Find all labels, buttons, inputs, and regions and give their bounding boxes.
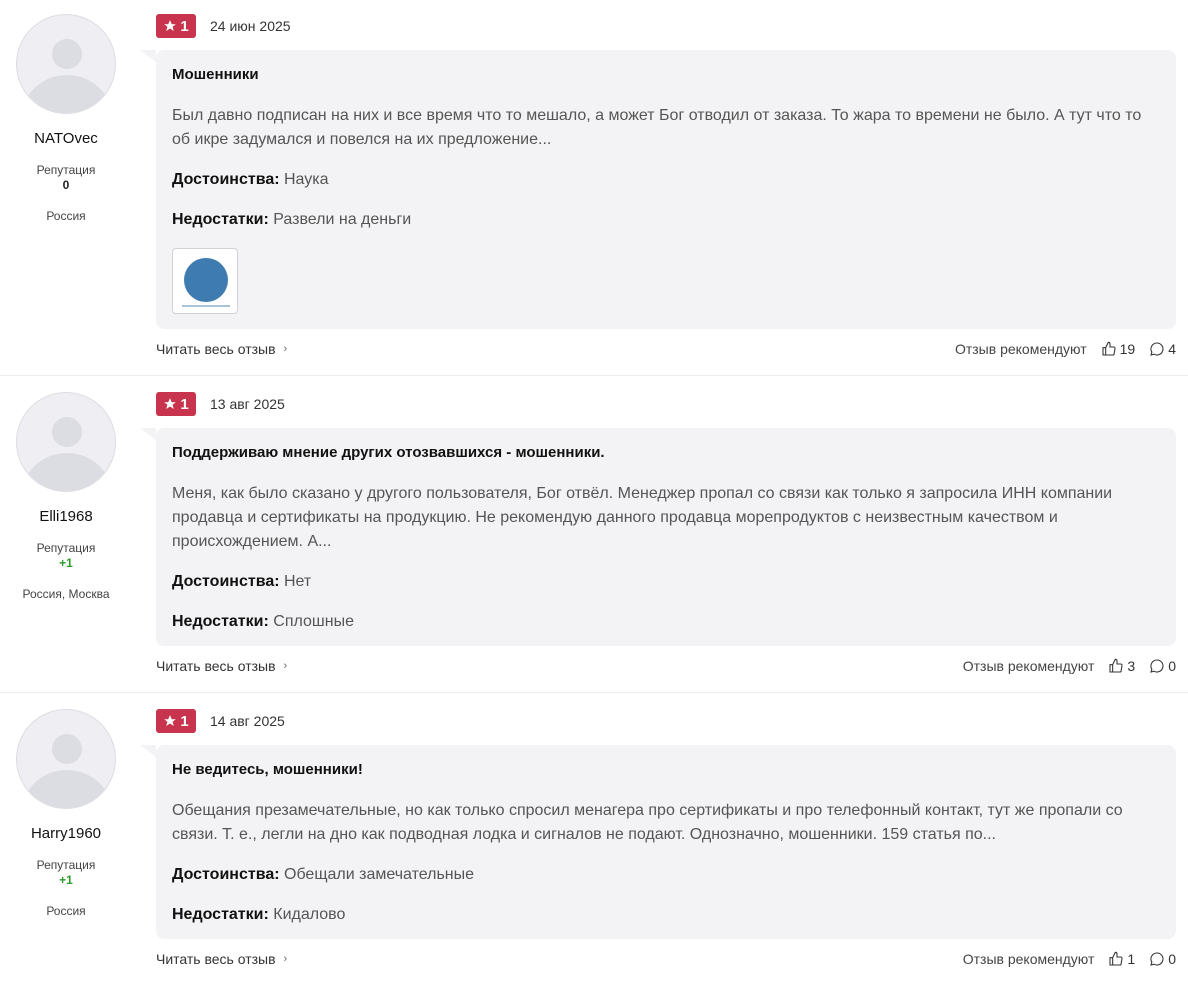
review-title[interactable]: Не ведитесь, мошенники! (172, 761, 1160, 779)
like-button[interactable]: 19 (1101, 341, 1136, 357)
rating-badge: 1 (156, 392, 196, 416)
read-full-review-link[interactable]: Читать весь отзыв › (156, 341, 287, 357)
read-more-label: Читать весь отзыв (156, 951, 276, 967)
like-button[interactable]: 1 (1108, 951, 1135, 967)
like-count: 3 (1127, 658, 1136, 674)
review-card: Поддерживаю мнение других отозвавшихся -… (140, 428, 1176, 646)
user-location: Россия (46, 209, 86, 223)
read-more-label: Читать весь отзыв (156, 658, 276, 674)
review-pros: Достоинства: Наука (172, 168, 1160, 192)
review-date: 13 авг 2025 (210, 396, 285, 412)
rating-value: 1 (180, 395, 189, 413)
star-icon (164, 398, 177, 409)
cons-label: Недостатки: (172, 906, 269, 923)
chevron-right-icon: › (283, 343, 288, 355)
rating-badge: 1 (156, 14, 196, 38)
read-more-label: Читать весь отзыв (156, 341, 276, 357)
star-icon (164, 20, 177, 31)
divider (0, 375, 1188, 376)
cons-value: Развели на деньги (273, 211, 412, 228)
comment-icon (1150, 952, 1164, 966)
thumbs-up-icon (1109, 658, 1123, 673)
chevron-right-icon: › (283, 953, 288, 965)
comment-count: 4 (1168, 341, 1176, 357)
divider (0, 692, 1188, 693)
cons-label: Недостатки: (172, 211, 269, 228)
pros-label: Достоинства: (172, 866, 280, 883)
reputation-value: +1 (59, 556, 73, 570)
reputation-value: +1 (59, 873, 73, 887)
pros-value: Наука (284, 171, 329, 188)
user-location: Россия (46, 904, 86, 918)
thumbs-up-icon (1102, 341, 1116, 356)
review-cons: Недостатки: Развели на деньги (172, 208, 1160, 232)
review-footer: Читать весь отзыв › Отзыв рекомендуют 3 0 (156, 658, 1176, 678)
review-cons: Недостатки: Кидалово (172, 903, 1160, 927)
review-footer: Читать весь отзыв › Отзыв рекомендуют 1 0 (156, 951, 1176, 971)
pros-label: Достоинства: (172, 171, 280, 188)
pros-value: Нет (284, 573, 312, 590)
review-title[interactable]: Мошенники (172, 66, 1160, 84)
rating-badge: 1 (156, 709, 196, 733)
cons-value: Сплошные (273, 613, 354, 630)
reputation-label: Репутация (36, 541, 96, 555)
comment-icon (1150, 659, 1164, 673)
chevron-right-icon: › (283, 660, 288, 672)
cons-value: Кидалово (273, 906, 346, 923)
comment-icon (1150, 342, 1164, 356)
comment-count: 0 (1168, 658, 1176, 674)
review-date: 14 авг 2025 (210, 713, 285, 729)
comments-button[interactable]: 0 (1149, 658, 1176, 674)
reputation-label: Репутация (36, 858, 96, 872)
like-button[interactable]: 3 (1108, 658, 1135, 674)
recommend-label: Отзыв рекомендуют (962, 951, 1095, 967)
read-full-review-link[interactable]: Читать весь отзыв › (156, 951, 287, 967)
read-full-review-link[interactable]: Читать весь отзыв › (156, 658, 287, 674)
review-text: Обещания презамечательные, но как только… (172, 802, 1123, 843)
pros-label: Достоинства: (172, 573, 280, 590)
review-footer: Читать весь отзыв › Отзыв рекомендуют 19 … (156, 341, 1176, 361)
user-location: Россия, Москва (22, 587, 110, 601)
avatar[interactable] (16, 709, 116, 809)
reputation-label: Репутация (36, 163, 96, 177)
review-pros: Достоинства: Нет (172, 570, 1160, 594)
review-meta: Отзыв рекомендуют 3 0 (963, 658, 1176, 674)
avatar[interactable] (16, 392, 116, 492)
like-count: 19 (1119, 341, 1136, 357)
review-card: Мошенники Был давно подписан на них и вс… (140, 50, 1176, 329)
review-date: 24 июн 2025 (210, 18, 291, 34)
review-cons: Недостатки: Сплошные (172, 610, 1160, 634)
comments-button[interactable]: 0 (1149, 951, 1176, 967)
username[interactable]: NATOvec (0, 130, 132, 147)
recommend-label: Отзыв рекомендуют (954, 341, 1087, 357)
like-count: 1 (1127, 951, 1136, 967)
avatar[interactable] (16, 14, 116, 114)
review-text: Меня, как было сказано у другого пользов… (172, 485, 1113, 550)
reputation-value: 0 (62, 178, 70, 192)
review-title[interactable]: Поддерживаю мнение других отозвавшихся -… (172, 444, 1160, 462)
username[interactable]: Harry1960 (0, 825, 132, 842)
comment-count: 0 (1168, 951, 1176, 967)
thumbs-up-icon (1109, 951, 1123, 966)
review-meta: Отзыв рекомендуют 1 0 (963, 951, 1176, 967)
rating-value: 1 (180, 17, 189, 35)
review-meta: Отзыв рекомендуют 19 4 (955, 341, 1176, 357)
cons-label: Недостатки: (172, 613, 269, 630)
recommend-label: Отзыв рекомендуют (962, 658, 1095, 674)
star-icon (164, 715, 177, 726)
username[interactable]: Elli1968 (0, 508, 132, 525)
rating-value: 1 (180, 712, 189, 730)
review-pros: Достоинства: Обещали замечательные (172, 863, 1160, 887)
review-card: Не ведитесь, мошенники! Обещания презаме… (140, 745, 1176, 939)
review-text: Был давно подписан на них и все время чт… (172, 107, 1142, 148)
review-photo-thumbnail[interactable] (172, 248, 238, 314)
comments-button[interactable]: 4 (1149, 341, 1176, 357)
pros-value: Обещали замечательные (284, 866, 475, 883)
